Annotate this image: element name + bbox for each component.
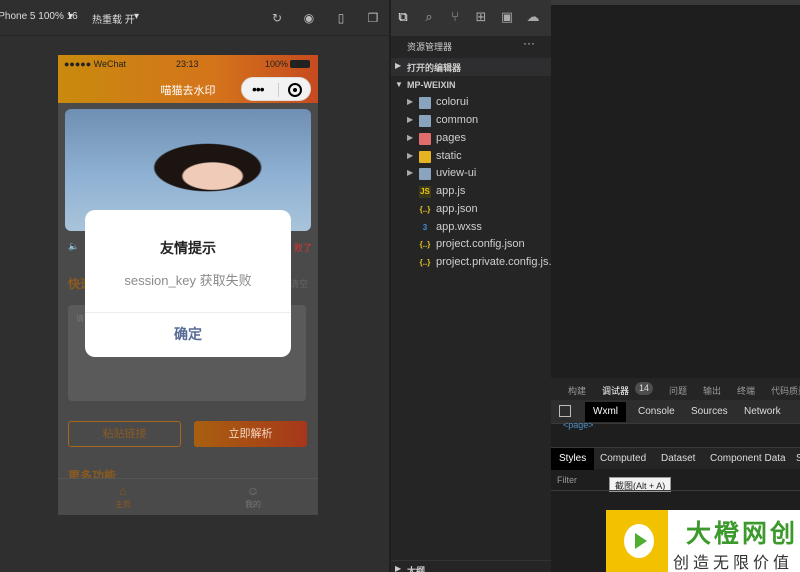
tree-item-project-config[interactable]: {..} project.config.json — [391, 236, 551, 254]
wxml-node[interactable]: <page> — [563, 420, 594, 430]
project-label: MP-WEIXIN — [407, 80, 456, 90]
explorer-panel: 资源管理器 ··· ▶ 打开的编辑器 ▼ MP-WEIXIN ▶ colorui… — [391, 36, 558, 572]
modal-dialog: 友情提示 session_key 获取失败 确定 — [85, 210, 291, 357]
filter-input[interactable]: Filter — [557, 475, 577, 485]
tab-console[interactable]: Console — [638, 406, 675, 417]
hot-reload-select[interactable]: 热重载 开 — [92, 11, 135, 26]
hot-reload-dropdown-arrow-icon[interactable]: ▾ — [134, 11, 139, 22]
editor-tab-strip — [551, 0, 800, 5]
project-section[interactable]: ▼ MP-WEIXIN — [391, 77, 551, 95]
tab-code-quality[interactable]: 代码质量 — [771, 384, 800, 397]
pages-folder-icon — [419, 133, 431, 145]
debugger-count-badge: 14 — [635, 382, 653, 395]
tab-computed[interactable]: Computed — [600, 453, 646, 464]
tree-item-label: pages — [436, 132, 466, 144]
explorer-title: 资源管理器 — [407, 42, 453, 52]
tab-more[interactable]: S — [796, 453, 800, 464]
tree-item-label: colorui — [436, 96, 469, 108]
tab-problems[interactable]: 问题 — [669, 384, 687, 397]
simulator-panel: iPhone 5 100% 16 ▾ 热重载 开 ▾ ↻ ◉ ▯ ❐ ●●●●●… — [0, 0, 390, 572]
js-file-icon: JS — [419, 186, 431, 198]
watermark-title: 大橙网创 — [686, 520, 799, 548]
files-icon[interactable]: ⧉ — [395, 9, 411, 25]
save-icon[interactable]: ▣ — [499, 9, 515, 25]
tree-item-app-js[interactable]: JS app.js — [391, 183, 551, 201]
open-editors-label: 打开的编辑器 — [407, 63, 462, 73]
tree-item-project-private-config[interactable]: {..} project.private.config.js... — [391, 254, 558, 272]
editor-area: 构建 调试器 14 问题 输出 终端 代码质量 Wxml Console Sou… — [551, 0, 800, 572]
tab-terminal[interactable]: 终端 — [737, 384, 755, 397]
devtools-style-tabs: Styles Computed Dataset Component Data S — [551, 447, 800, 470]
source-control-icon[interactable]: ⑂ — [447, 9, 463, 25]
tree-item-pages[interactable]: ▶ pages — [391, 130, 551, 148]
tree-item-label: project.private.config.js... — [436, 256, 558, 268]
devtools-divider — [551, 490, 800, 491]
tree-item-common[interactable]: ▶ common — [391, 112, 551, 130]
tree-item-label: static — [436, 150, 462, 162]
outline-label: 大纲 — [407, 566, 426, 572]
tab-output[interactable]: 输出 — [703, 384, 721, 397]
folder-icon — [419, 115, 431, 127]
folder-icon — [419, 168, 431, 180]
phone-icon[interactable]: ▯ — [333, 10, 349, 26]
tree-item-label: common — [436, 114, 479, 126]
outline-section[interactable]: ▶ 大纲 — [391, 560, 551, 572]
json-file-icon: {..} — [419, 240, 431, 249]
chevron-right-icon: ▶ — [395, 564, 402, 572]
tree-item-label: app.wxss — [436, 221, 482, 233]
simulator-toolbar: iPhone 5 100% 16 ▾ 热重载 开 ▾ ↻ ◉ ▯ ❐ — [0, 0, 390, 36]
json-file-icon: {..} — [419, 205, 431, 214]
dialog-title: 友情提示 — [160, 240, 216, 256]
confirm-button[interactable]: 确定 — [85, 312, 291, 357]
watermark-logo — [606, 510, 668, 572]
refresh-icon[interactable]: ↻ — [269, 10, 285, 26]
open-editors-section[interactable]: ▶ 打开的编辑器 — [391, 58, 551, 76]
tree-item-app-wxss[interactable]: 3 app.wxss — [391, 219, 551, 237]
tab-dataset[interactable]: Dataset — [661, 453, 695, 464]
tab-build[interactable]: 构建 — [568, 384, 586, 397]
extensions-icon[interactable]: ⊞ — [473, 9, 489, 25]
record-icon[interactable]: ◉ — [301, 10, 317, 26]
css-file-icon: 3 — [422, 223, 428, 232]
folder-icon — [419, 97, 431, 109]
inspect-element-icon[interactable] — [559, 405, 571, 417]
chevron-right-icon: ▶ — [407, 133, 414, 142]
tab-wxml[interactable]: Wxml — [585, 402, 626, 422]
chevron-down-icon: ▼ — [395, 80, 403, 89]
wxml-tree: <page> — [551, 420, 800, 447]
activity-bar: ⧉ ⌕ ⑂ ⊞ ▣ ☁ — [391, 0, 551, 36]
tree-item-label: uview-ui — [436, 167, 477, 179]
tree-item-label: app.js — [436, 185, 466, 197]
json-file-icon: {..} — [419, 258, 431, 267]
tree-item-label: project.config.json — [436, 238, 525, 250]
device-select[interactable]: iPhone 5 100% 16 — [0, 11, 78, 22]
chevron-right-icon: ▶ — [395, 61, 402, 70]
device-dropdown-arrow-icon[interactable]: ▾ — [68, 11, 73, 22]
search-icon[interactable]: ⌕ — [421, 9, 437, 25]
play-icon — [624, 524, 654, 558]
more-actions-icon[interactable]: ··· — [523, 36, 535, 50]
chevron-right-icon: ▶ — [407, 151, 414, 160]
tab-component-data[interactable]: Component Data — [710, 453, 786, 464]
tab-styles[interactable]: Styles — [551, 448, 595, 470]
static-folder-icon — [419, 151, 431, 163]
docker-icon[interactable]: ☁ — [525, 9, 541, 25]
chevron-right-icon: ▶ — [407, 97, 414, 106]
tab-network[interactable]: Network — [744, 406, 781, 417]
tree-item-static[interactable]: ▶ static — [391, 148, 551, 166]
tree-item-colorui[interactable]: ▶ colorui — [391, 94, 551, 112]
devtools-top-tabs: 构建 调试器 14 问题 输出 终端 代码质量 — [551, 378, 800, 400]
window-icon[interactable]: ❐ — [365, 10, 381, 26]
chevron-right-icon: ▶ — [407, 168, 414, 177]
chevron-right-icon: ▶ — [407, 115, 414, 124]
tree-item-app-json[interactable]: {..} app.json — [391, 201, 551, 219]
dialog-content: session_key 获取失败 — [124, 273, 252, 288]
tab-sources[interactable]: Sources — [691, 406, 728, 417]
tree-item-label: app.json — [436, 203, 478, 215]
watermark-subtitle: 创造无限价值 — [673, 555, 794, 572]
tree-item-uview-ui[interactable]: ▶ uview-ui — [391, 165, 551, 183]
tab-debugger[interactable]: 调试器 — [602, 384, 629, 397]
watermark-badge: 大橙网创 创造无限价值 — [606, 510, 800, 572]
